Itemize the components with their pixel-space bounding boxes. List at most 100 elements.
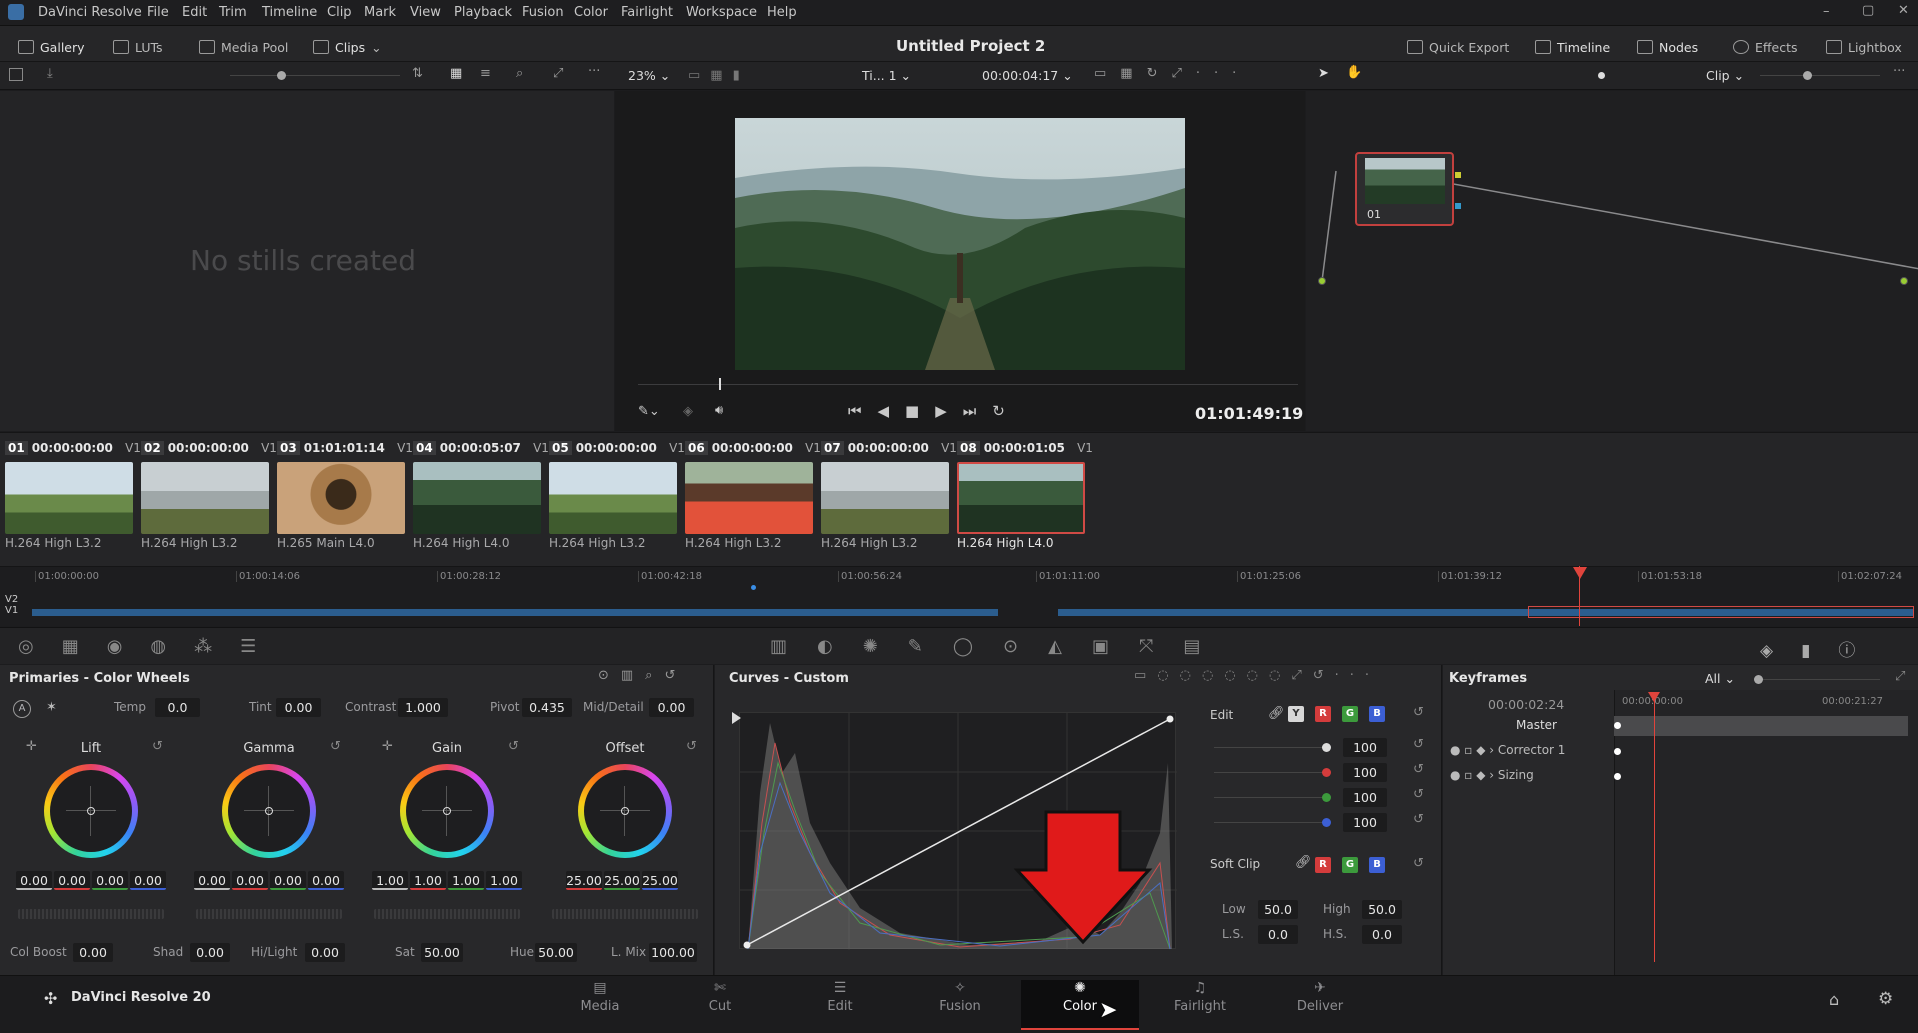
menu-fusion[interactable]: Fusion: [522, 5, 564, 20]
keyframe-dot-master[interactable]: [1614, 722, 1621, 729]
pivot-field[interactable]: 0.435: [522, 698, 572, 717]
clip-thumbnail-5[interactable]: [549, 462, 677, 534]
clip-mode-dropdown[interactable]: Clip ⌄: [1706, 68, 1744, 83]
page-tab-cut[interactable]: ✄ Cut: [661, 980, 779, 1030]
tint-field[interactable]: 0.00: [276, 698, 321, 717]
clip-thumbnail-2[interactable]: [141, 462, 269, 534]
viewer-tool-icons[interactable]: ▭▦↻⤢···: [1094, 66, 1250, 81]
keyframes-zoom-slider[interactable]: [1760, 679, 1880, 680]
channel-b-button[interactable]: B: [1369, 706, 1385, 722]
channel-value-field[interactable]: 100: [1343, 788, 1387, 807]
wheel-reset-icon[interactable]: ↺: [508, 739, 519, 754]
list-view-icon[interactable]: ≡: [480, 66, 491, 81]
luts-button[interactable]: LUTs: [113, 36, 163, 58]
channel-g-button[interactable]: G: [1342, 706, 1358, 722]
menu-view[interactable]: View: [410, 5, 441, 20]
channel-reset-icon[interactable]: ↺: [1413, 812, 1424, 827]
channel-slider-thumb[interactable]: [1322, 818, 1331, 827]
shad-field[interactable]: 0.00: [190, 943, 230, 962]
primaries-header-icons[interactable]: ⊙▥⌕↺: [598, 668, 687, 683]
marker-dot[interactable]: [751, 585, 756, 590]
wheel-value-field[interactable]: 0.00: [194, 871, 230, 890]
keyframes-playhead[interactable]: [1654, 692, 1655, 962]
wheel-center-handle[interactable]: [443, 807, 451, 815]
wheel-master-slider[interactable]: [374, 909, 520, 919]
wheel-center-handle[interactable]: [87, 807, 95, 815]
expand-icon[interactable]: ⤢: [553, 66, 563, 81]
wheel-value-field[interactable]: 1.00: [372, 871, 408, 890]
clip-thumbnail-7[interactable]: [821, 462, 949, 534]
wheel-reset-icon[interactable]: ↺: [330, 739, 341, 754]
gallery-zoom-thumb[interactable]: [277, 71, 286, 80]
sat-field[interactable]: 50.00: [421, 943, 463, 962]
color-wheel-lift[interactable]: [44, 764, 138, 858]
menu-fairlight[interactable]: Fairlight: [621, 5, 673, 20]
corrector-node-01[interactable]: 01: [1355, 152, 1454, 226]
more-options-icon[interactable]: ···: [588, 64, 600, 79]
keyframe-dot-corrector[interactable]: [1614, 748, 1621, 755]
mini-timeline-playhead-handle[interactable]: [1573, 567, 1587, 579]
node-key-out[interactable]: [1455, 203, 1461, 209]
quick-export-button[interactable]: Quick Export: [1407, 36, 1509, 58]
edit-reset-icon[interactable]: ↺: [1413, 705, 1424, 720]
wheel-master-slider[interactable]: [18, 909, 164, 919]
page-tab-fusion[interactable]: ✧ Fusion: [901, 980, 1019, 1030]
page-tab-media[interactable]: ▤ Media: [541, 980, 659, 1030]
track-v1-segments[interactable]: [32, 609, 998, 616]
color-wheel-gain[interactable]: [400, 764, 494, 858]
channel-y-button[interactable]: Y: [1288, 706, 1304, 722]
wheel-value-field[interactable]: 1.00: [448, 871, 484, 890]
gallery-zoom-slider[interactable]: [230, 75, 400, 76]
scrubber-track[interactable]: [638, 384, 1298, 385]
node-more-icon[interactable]: ···: [1893, 64, 1905, 79]
node-zoom-slider[interactable]: [1760, 75, 1880, 76]
keyframe-dot-sizing[interactable]: [1614, 773, 1621, 780]
channel-slider-track[interactable]: [1214, 797, 1330, 798]
palette-icons-left[interactable]: ◎▦◉◍⁂☰: [18, 636, 284, 657]
keyframes-playhead-handle[interactable]: [1648, 692, 1660, 702]
channel-slider-track[interactable]: [1214, 747, 1330, 748]
page-tab-deliver[interactable]: ✈ Deliver: [1261, 980, 1379, 1030]
color-wheel-offset[interactable]: [578, 764, 672, 858]
softclip-link-icon[interactable]: 🔗︎: [1295, 855, 1312, 870]
page-tab-edit[interactable]: ☰ Edit: [781, 980, 899, 1030]
clip-thumbnail-3[interactable]: [277, 462, 405, 534]
colboost-field[interactable]: 0.00: [73, 943, 113, 962]
contrast-field[interactable]: 1.000: [398, 698, 448, 717]
viewer-mode-icons[interactable]: ▭▦▮: [688, 68, 750, 83]
channel-reset-icon[interactable]: ↺: [1413, 737, 1424, 752]
timeline-toggle-button[interactable]: Timeline: [1535, 36, 1610, 58]
node-zoom-dot[interactable]: [1598, 72, 1605, 79]
menu-mark[interactable]: Mark: [364, 5, 396, 20]
wheel-value-field[interactable]: 25.00: [604, 871, 640, 890]
wheel-value-field[interactable]: 1.00: [486, 871, 522, 890]
clip-thumbnail-8[interactable]: [957, 462, 1085, 534]
softclip-reset-icon[interactable]: ↺: [1413, 856, 1424, 871]
close-icon[interactable]: ✕: [1898, 3, 1909, 18]
download-icon[interactable]: ⤓: [47, 66, 53, 81]
wheel-value-field[interactable]: 0.00: [232, 871, 268, 890]
color-picker-icon[interactable]: ✎⌄: [638, 404, 660, 419]
channel-slider-thumb[interactable]: [1322, 743, 1331, 752]
source-timecode[interactable]: 00:00:04:17 ⌄: [982, 68, 1073, 83]
maximize-icon[interactable]: ▢: [1862, 3, 1874, 18]
menu-edit[interactable]: Edit: [182, 5, 207, 20]
node-input-dot[interactable]: [1318, 277, 1326, 285]
wheel-picker-icon[interactable]: ✛: [26, 739, 37, 754]
low-field[interactable]: 50.0: [1258, 900, 1298, 919]
effects-button[interactable]: Effects: [1733, 36, 1798, 58]
wheel-value-field[interactable]: 0.00: [308, 871, 344, 890]
clip-thumbnail-4[interactable]: [413, 462, 541, 534]
wheel-value-field[interactable]: 25.00: [566, 871, 602, 890]
home-icon[interactable]: ⌂: [1829, 990, 1839, 1009]
curve-start-handle[interactable]: [732, 712, 741, 724]
menu-timeline[interactable]: Timeline: [262, 5, 317, 20]
sort-icon[interactable]: ⇅: [412, 66, 423, 81]
channel-slider-track[interactable]: [1214, 822, 1330, 823]
channel-slider-thumb[interactable]: [1322, 768, 1331, 777]
wheel-value-field[interactable]: 1.00: [410, 871, 446, 890]
keyframes-row-master[interactable]: Master: [1516, 718, 1557, 732]
wheel-value-field[interactable]: 0.00: [16, 871, 52, 890]
search-icon[interactable]: ⌕: [516, 66, 523, 81]
keyframes-zoom-thumb[interactable]: [1754, 675, 1763, 684]
